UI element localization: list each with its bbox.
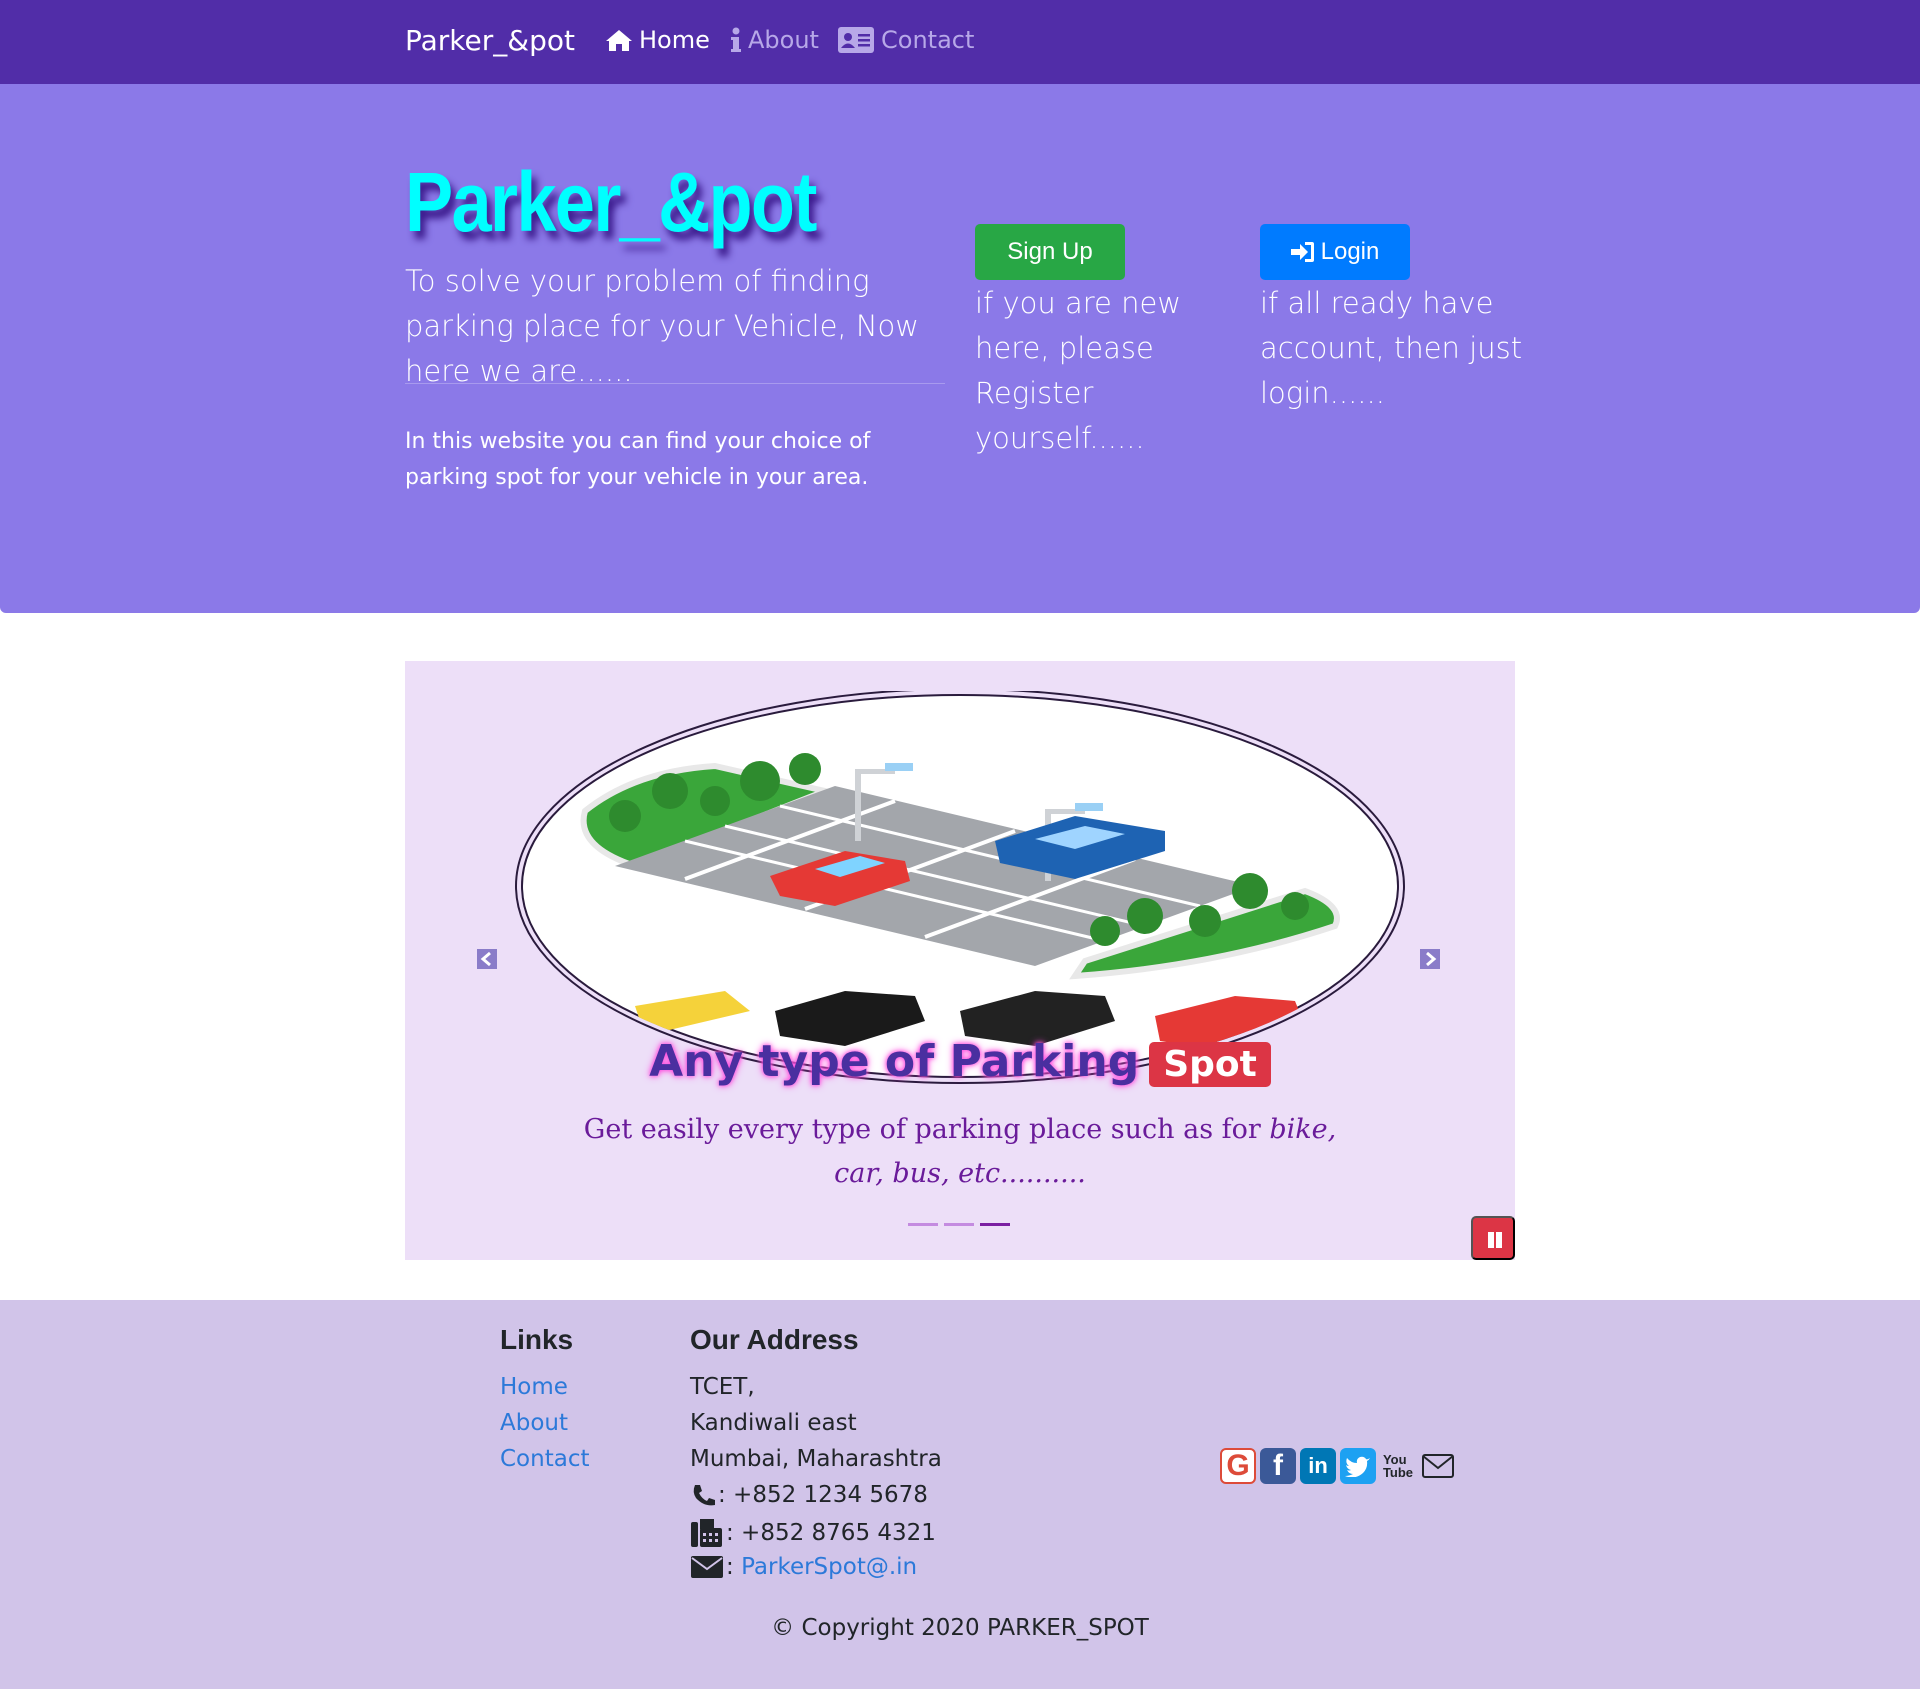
envelope-icon: [691, 1556, 723, 1578]
caption-badge: Spot: [1149, 1041, 1271, 1087]
carousel-indicators: [908, 1223, 1010, 1226]
footer-links-heading: Links: [500, 1324, 574, 1355]
linkedin-icon[interactable]: in: [1300, 1448, 1336, 1484]
nav-item-label: Home: [639, 26, 710, 54]
hero-description: In this website you can find your choice…: [405, 429, 871, 490]
hero-divider: [405, 383, 945, 384]
login-note: if all ready have account, then just log…: [1260, 286, 1523, 410]
email-separator: :: [726, 1554, 734, 1580]
copyright: © Copyright 2020 PARKER_SPOT: [771, 1615, 1149, 1641]
hero-jumbotron: Parker_&pot To solve your problem of fin…: [0, 84, 1920, 613]
caption-text-plain: Get easily every type of parking place s…: [583, 1114, 1270, 1145]
footer-link-contact[interactable]: Contact: [500, 1446, 589, 1472]
carousel-indicator[interactable]: [944, 1223, 974, 1226]
footer-phone: : +852 1234 5678: [690, 1482, 928, 1508]
signup-button[interactable]: Sign Up: [975, 224, 1125, 280]
email-link[interactable]: ParkerSpot@.in: [741, 1554, 917, 1580]
info-icon: [731, 27, 741, 52]
hero-title: Parker_&pot: [405, 155, 817, 249]
twitter-icon[interactable]: [1340, 1448, 1376, 1484]
signup-note: if you are new here, please Register you…: [975, 286, 1182, 455]
footer-fax: : +852 8765 4321: [690, 1518, 936, 1548]
google-icon[interactable]: G: [1220, 1448, 1256, 1484]
fax-text: : +852 8765 4321: [726, 1520, 936, 1546]
mail-icon[interactable]: [1420, 1448, 1456, 1484]
carousel-indicator[interactable]: [908, 1223, 938, 1226]
caption-title-text: Any type of Parking: [649, 1036, 1140, 1087]
nav-item-about[interactable]: About: [730, 26, 819, 54]
nav-item-label: About: [748, 26, 819, 54]
footer-email: : ParkerSpot@.in: [690, 1554, 917, 1580]
navbar-brand[interactable]: Parker_&pot: [405, 24, 575, 57]
navbar: Parker_&pot Home About Contact: [0, 0, 1920, 84]
parking-lot-illustration: [515, 691, 1405, 1084]
nav-item-contact[interactable]: Contact: [837, 26, 974, 54]
carousel-indicator-active[interactable]: [980, 1223, 1010, 1226]
footer-address-heading: Our Address: [690, 1324, 859, 1355]
address-line: Kandiwali east: [690, 1410, 857, 1436]
phone-icon: [693, 1485, 715, 1506]
nav-item-home[interactable]: Home: [605, 26, 710, 54]
carousel-prev-icon[interactable]: [477, 949, 497, 969]
footer-link-about[interactable]: About: [500, 1410, 568, 1436]
sign-in-icon: [1290, 242, 1314, 262]
address-line: Mumbai, Maharashtra: [690, 1446, 942, 1472]
phone-text: : +852 1234 5678: [718, 1482, 928, 1508]
nav-item-label: Contact: [881, 26, 975, 54]
carousel-next-icon[interactable]: [1420, 949, 1440, 969]
facebook-icon[interactable]: f: [1260, 1448, 1296, 1484]
social-links: G f in You Tube: [1220, 1448, 1456, 1484]
fax-icon: [691, 1519, 722, 1547]
footer-link-home[interactable]: Home: [500, 1374, 568, 1400]
login-button-label: Login: [1320, 238, 1380, 265]
carousel: Any type of Parking Spot Get easily every…: [405, 661, 1515, 1260]
youtube-icon[interactable]: You Tube: [1380, 1448, 1416, 1484]
carousel-pause-button[interactable]: [1471, 1216, 1515, 1260]
address-card-icon: [838, 27, 874, 53]
login-button[interactable]: Login: [1260, 224, 1410, 280]
carousel-caption-title: Any type of Parking Spot: [405, 1036, 1515, 1087]
home-icon: [606, 30, 632, 51]
hero-subtitle: To solve your problem of finding parking…: [405, 264, 920, 388]
carousel-caption-text: Get easily every type of parking place s…: [575, 1108, 1345, 1196]
address-line: TCET,: [690, 1374, 755, 1400]
signup-button-label: Sign Up: [1007, 238, 1093, 265]
